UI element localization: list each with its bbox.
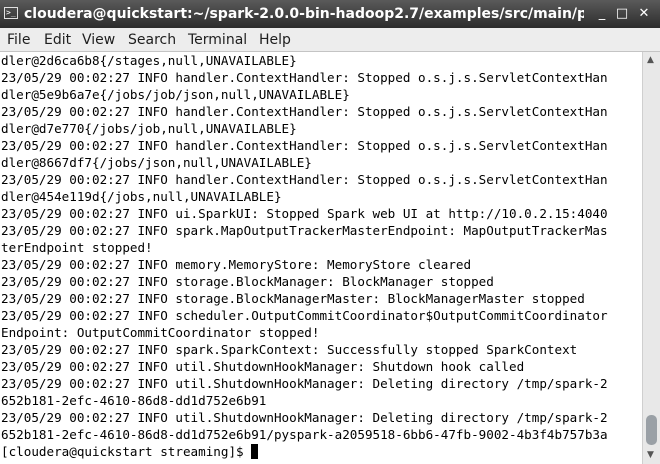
- output-line: dler@454e119d{/jobs,null,UNAVAILABLE}: [1, 189, 282, 204]
- output-line: 23/05/29 00:02:27 INFO storage.BlockMana…: [1, 274, 494, 289]
- minimize-button[interactable]: _: [593, 5, 611, 23]
- output-line: dler@8667df7{/jobs/json,null,UNAVAILABLE…: [1, 155, 312, 170]
- terminal-output[interactable]: dler@2d6ca6b8{/stages,null,UNAVAILABLE} 2…: [0, 52, 642, 464]
- menu-help[interactable]: Help: [259, 31, 291, 49]
- shell-prompt: [cloudera@quickstart streaming]$: [1, 444, 252, 459]
- scroll-down-arrow-icon[interactable]: ▼: [647, 450, 654, 460]
- output-line: 23/05/29 00:02:27 INFO handler.ContextHa…: [1, 70, 608, 85]
- terminal-icon: >_: [4, 7, 18, 19]
- prompt-line[interactable]: [cloudera@quickstart streaming]$: [1, 443, 259, 460]
- title-bar[interactable]: >_ cloudera@quickstart:~/spark-2.0.0-bin…: [0, 0, 660, 28]
- scroll-up-arrow-icon[interactable]: ▲: [647, 55, 654, 65]
- maximize-button[interactable]: □: [613, 5, 631, 23]
- output-line: 23/05/29 00:02:27 INFO handler.ContextHa…: [1, 104, 608, 119]
- output-line: 652b181-2efc-4610-86d8-dd1d752e6b91: [1, 393, 267, 408]
- close-button[interactable]: ✕: [635, 5, 653, 23]
- terminal-window: >_ cloudera@quickstart:~/spark-2.0.0-bin…: [0, 0, 660, 464]
- menu-terminal[interactable]: Terminal: [188, 31, 247, 49]
- menu-bar: File Edit View Search Terminal Help: [0, 28, 660, 52]
- output-line: 23/05/29 00:02:27 INFO memory.MemoryStor…: [1, 257, 472, 272]
- output-line: dler@2d6ca6b8{/stages,null,UNAVAILABLE}: [1, 53, 297, 68]
- output-line: 652b181-2efc-4610-86d8-dd1d752e6b91/pysp…: [1, 427, 608, 442]
- text-cursor: [251, 444, 259, 459]
- menu-search[interactable]: Search: [128, 31, 176, 49]
- output-line: 23/05/29 00:02:27 INFO util.ShutdownHook…: [1, 359, 525, 374]
- window-title: cloudera@quickstart:~/spark-2.0.0-bin-ha…: [24, 6, 584, 22]
- output-line: 23/05/29 00:02:27 INFO spark.SparkContex…: [1, 342, 578, 357]
- menu-edit[interactable]: Edit: [44, 31, 71, 49]
- output-line: 23/05/29 00:02:27 INFO ui.SparkUI: Stopp…: [1, 206, 608, 221]
- output-line: dler@d7e770{/jobs/job,null,UNAVAILABLE}: [1, 121, 297, 136]
- output-line: 23/05/29 00:02:27 INFO handler.ContextHa…: [1, 138, 608, 153]
- output-line: 23/05/29 00:02:27 INFO handler.ContextHa…: [1, 172, 608, 187]
- output-line: Endpoint: OutputCommitCoordinator stoppe…: [1, 325, 320, 340]
- vertical-scrollbar[interactable]: ▲ ▼: [642, 52, 660, 464]
- scrollbar-thumb[interactable]: [646, 415, 657, 445]
- output-line: terEndpoint stopped!: [1, 240, 153, 255]
- output-line: 23/05/29 00:02:27 INFO util.ShutdownHook…: [1, 410, 608, 425]
- output-line: 23/05/29 00:02:27 INFO scheduler.OutputC…: [1, 308, 608, 323]
- output-line: dler@5e9b6a7e{/jobs/job/json,null,UNAVAI…: [1, 87, 350, 102]
- output-line: 23/05/29 00:02:27 INFO util.ShutdownHook…: [1, 376, 608, 391]
- output-line: 23/05/29 00:02:27 INFO storage.BlockMana…: [1, 291, 585, 306]
- menu-file[interactable]: File: [7, 31, 30, 49]
- menu-view[interactable]: View: [82, 31, 115, 49]
- output-line: 23/05/29 00:02:27 INFO spark.MapOutputTr…: [1, 223, 608, 238]
